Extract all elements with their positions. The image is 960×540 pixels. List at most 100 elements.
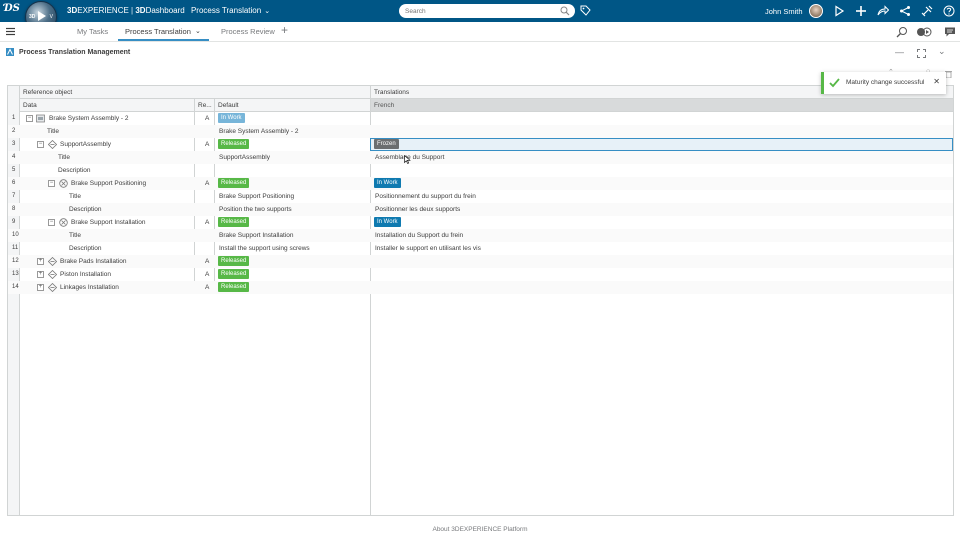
table-row[interactable]: 5 Description [8, 164, 953, 177]
maturity-badge[interactable]: In Work [218, 113, 245, 123]
widget-title: Process Translation Management [19, 49, 131, 56]
default-cell[interactable]: Install the support using screws [219, 245, 310, 252]
french-cell[interactable]: Installer le support en utilisant les vi… [375, 245, 481, 252]
close-icon[interactable]: ✕ [933, 77, 940, 86]
french-cell[interactable]: Installation du Support du frein [375, 232, 463, 239]
maturity-badge[interactable]: In Work [374, 178, 401, 188]
table-row[interactable]: 8 Description Position the two supports … [8, 203, 953, 216]
row-number: 14 [12, 284, 19, 290]
chevron-down-icon[interactable]: ⌄ [264, 7, 270, 15]
maturity-badge[interactable]: Released [218, 269, 250, 279]
compass-v-label: V [49, 14, 53, 20]
french-cell[interactable]: Positionnement du support du frein [375, 193, 476, 200]
table-row[interactable]: 3 − SupportAssembly A Released Frozen [8, 138, 953, 151]
tools-icon[interactable] [921, 5, 933, 17]
avatar[interactable] [809, 4, 823, 18]
data-cell: Brake System Assembly - 2 [49, 115, 129, 122]
assembly-icon [36, 114, 45, 123]
tabs-bar: My Tasks Process Translation ⌄ Process R… [0, 22, 960, 42]
brand-bold: 3D [67, 6, 78, 15]
trash-icon[interactable] [945, 70, 952, 78]
process-icon [48, 257, 57, 266]
table-row[interactable]: 1 − Brake System Assembly - 2 A In Work [8, 112, 953, 125]
default-cell[interactable]: Position the two supports [219, 206, 292, 213]
search-icon[interactable] [560, 6, 570, 16]
table-row[interactable]: 7 Title Brake Support Positioning Positi… [8, 190, 953, 203]
table-row[interactable]: 13 + Piston Installation A Released [8, 268, 953, 281]
chat-icon[interactable] [944, 26, 956, 38]
help-icon[interactable] [943, 5, 955, 17]
revision-cell: A [205, 258, 210, 265]
toast-message: Maturity change successful [846, 79, 925, 86]
maturity-badge[interactable]: Released [218, 256, 250, 266]
table-row[interactable]: 14 + Linkages Installation A Released [8, 281, 953, 294]
compass-3d-label: 3D [29, 14, 36, 20]
collapse-toggle[interactable]: − [26, 115, 33, 122]
data-cell: Description [69, 245, 102, 252]
expand-toggle[interactable]: + [37, 258, 44, 265]
default-cell[interactable]: SupportAssembly [219, 154, 270, 161]
share-arrow-icon[interactable] [877, 5, 889, 17]
table-row[interactable]: 11 Description Install the support using… [8, 242, 953, 255]
dashboard-name: Process Translation [190, 6, 262, 15]
minimize-icon[interactable]: — [895, 47, 904, 57]
process-icon [48, 140, 57, 149]
play-icon[interactable] [833, 5, 845, 17]
default-cell[interactable]: Brake Support Installation [219, 232, 293, 239]
translation-grid: Reference object Translations Data Re...… [7, 85, 954, 516]
table-row[interactable]: 12 + Brake Pads Installation A Released [8, 255, 953, 268]
french-cell[interactable]: Positionner les deux supports [375, 206, 460, 213]
row-number: 4 [12, 154, 16, 160]
add-icon[interactable] [855, 5, 867, 17]
tab-process-translation[interactable]: Process Translation [125, 27, 191, 36]
share-network-icon[interactable] [899, 5, 911, 17]
chevron-down-icon[interactable]: ⌄ [938, 46, 946, 57]
maturity-badge[interactable]: Released [218, 139, 250, 149]
toggle-view-icon[interactable] [916, 26, 932, 38]
search-zoom-icon[interactable] [896, 26, 908, 38]
widget-header: Process Translation Management — ⌄ [0, 44, 960, 62]
brand-rest: EXPERIENCE [77, 6, 129, 15]
add-tab-icon[interactable]: + [281, 23, 288, 37]
footer-link[interactable]: About 3DEXPERIENCE Platform [0, 526, 960, 533]
data-cell: Description [58, 167, 91, 174]
tab-my-tasks[interactable]: My Tasks [77, 27, 108, 36]
search-input[interactable] [405, 5, 555, 17]
collapse-toggle[interactable]: − [48, 219, 55, 226]
maturity-badge[interactable]: In Work [374, 217, 401, 227]
row-number: 3 [12, 141, 16, 147]
expand-toggle[interactable]: + [37, 271, 44, 278]
table-row[interactable]: 6 − Brake Support Positioning A Released… [8, 177, 953, 190]
collapse-toggle[interactable]: − [48, 180, 55, 187]
column-header-french[interactable]: French [371, 99, 953, 112]
maturity-badge[interactable]: Released [218, 217, 250, 227]
row-number: 9 [12, 219, 16, 225]
dassault-logo-icon[interactable]: ƊS [4, 3, 20, 19]
data-cell: Title [58, 154, 71, 161]
mouse-cursor-icon [404, 155, 411, 164]
maturity-badge[interactable]: Released [218, 178, 250, 188]
user-name[interactable]: John Smith [765, 7, 803, 16]
expand-toggle[interactable]: + [37, 284, 44, 291]
default-cell[interactable]: Brake System Assembly - 2 [219, 128, 298, 135]
column-header-default[interactable]: Default [215, 99, 370, 112]
menu-icon[interactable] [6, 27, 15, 36]
column-header-data[interactable]: Data [20, 99, 195, 112]
revision-cell: A [205, 141, 210, 148]
maximize-icon[interactable] [917, 49, 926, 58]
app-title[interactable]: 3DEXPERIENCE | 3DDashboard Process Trans… [67, 6, 270, 15]
table-row[interactable]: 2 Title Brake System Assembly - 2 [8, 125, 953, 138]
table-row[interactable]: 4 Title SupportAssembly Assemblage du Su… [8, 151, 953, 164]
selected-cell[interactable] [370, 138, 953, 151]
chevron-down-icon[interactable]: ⌄ [195, 27, 201, 35]
collapse-toggle[interactable]: − [37, 141, 44, 148]
maturity-badge[interactable]: Frozen [374, 139, 399, 149]
default-cell[interactable]: Brake Support Positioning [219, 193, 294, 200]
tab-process-review[interactable]: Process Review [221, 27, 275, 36]
column-header-revision[interactable]: Re... [195, 99, 214, 112]
maturity-badge[interactable]: Released [218, 282, 250, 292]
tag-icon[interactable] [580, 5, 591, 16]
table-row[interactable]: 9 − Brake Support Installation A Release… [8, 216, 953, 229]
table-row[interactable]: 10 Title Brake Support Installation Inst… [8, 229, 953, 242]
top-bar: ƊS 3D V V,R 3DEXPERIENCE | 3DDashboard P… [0, 0, 960, 33]
